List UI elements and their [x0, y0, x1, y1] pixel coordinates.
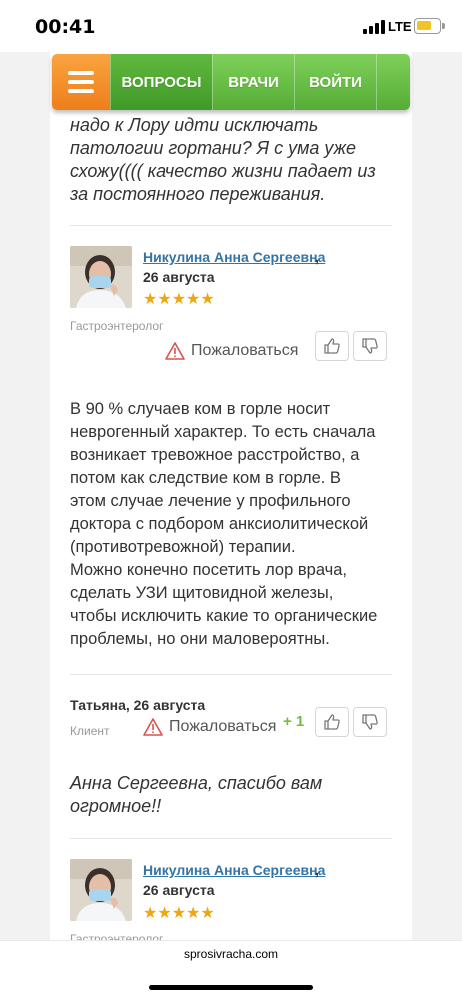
answer-line: (противотревожной) терапии.: [70, 538, 296, 556]
doctor-name-comma: ,: [315, 249, 319, 265]
doctor-name-comma: ,: [315, 862, 319, 878]
client-reply-text: Анна Сергеевна, спасибо вам огромное!!: [70, 772, 322, 818]
warning-icon: [143, 718, 163, 736]
doctor-name-link[interactable]: Никулина Анна Сергеевна: [143, 249, 325, 265]
answer-line: Можно конечно посетить лор врача,: [70, 561, 347, 579]
like-button[interactable]: [315, 331, 349, 361]
nav-login[interactable]: ВОЙТИ: [294, 54, 376, 110]
answer-line: неврогенный характер. То есть сначала: [70, 423, 376, 441]
doctor-specialty: Гастроэнтеролог: [70, 932, 164, 940]
dislike-button[interactable]: [353, 707, 387, 737]
question-text: надо к Лору идти исключать патологии гор…: [70, 114, 376, 206]
complain-label: Пожаловаться: [191, 342, 299, 359]
divider: [70, 674, 392, 675]
status-bar: 00:41 LTE: [0, 0, 462, 52]
status-time: 00:41: [35, 16, 96, 38]
url-domain[interactable]: sprosivracha.com: [0, 947, 462, 961]
browser-bottom-bar: sprosivracha.com: [0, 940, 462, 1000]
answer-line: потом как следствие ком в горле. В: [70, 469, 341, 487]
rating-stars: ★★★★★: [143, 905, 215, 922]
question-line: надо к Лору идти исключать: [70, 115, 319, 135]
client-author: Татьяна, 26 августа: [70, 697, 206, 713]
nav-doctors[interactable]: ВРАЧИ: [212, 54, 294, 110]
like-button[interactable]: [315, 707, 349, 737]
home-indicator[interactable]: [149, 985, 313, 990]
answer-date: 26 августа: [143, 269, 215, 285]
nav-spacer: [376, 54, 410, 110]
signal-icon: [363, 20, 385, 34]
answer-line: возникает тревожное расстройство, а: [70, 446, 360, 464]
client-role: Клиент: [70, 724, 110, 738]
doctor-name-link[interactable]: Никулина Анна Сергеевна: [143, 862, 325, 878]
vote-count: + 1: [283, 713, 305, 730]
answer-text: В 90 % случаев ком в горле носит невроге…: [70, 398, 377, 651]
doctor-avatar[interactable]: [70, 859, 132, 921]
answer-date: 26 августа: [143, 882, 215, 898]
nav-questions[interactable]: ВОПРОСЫ: [110, 54, 212, 110]
warning-icon: [165, 342, 185, 360]
complain-link[interactable]: Пожаловаться: [143, 718, 276, 736]
dislike-button[interactable]: [353, 331, 387, 361]
doctor-avatar[interactable]: [70, 246, 132, 308]
thumbs-up-icon: [324, 714, 340, 730]
rating-stars: ★★★★★: [143, 291, 215, 308]
answer-line: доктора с подбором анксиолитической: [70, 515, 369, 533]
doctor-specialty: Гастроэнтеролог: [70, 319, 164, 333]
question-line: схожу(((( качество жизни падает из: [70, 161, 376, 181]
nav-items: ВОПРОСЫ ВРАЧИ ВОЙТИ: [110, 54, 410, 110]
complain-link[interactable]: Пожаловаться: [165, 342, 298, 360]
divider: [70, 838, 392, 839]
reply-line: Анна Сергеевна, спасибо вам: [70, 773, 323, 793]
question-line: за постоянного переживания.: [70, 184, 326, 204]
answer-line: этом случае лечение у профильного: [70, 492, 351, 510]
reply-line: огромное!!: [70, 796, 162, 816]
answer-line: В 90 % случаев ком в горле носит: [70, 400, 331, 418]
battery-icon: [414, 18, 445, 34]
answer-line: сделать УЗИ щитовидной железы,: [70, 584, 334, 602]
question-line: патологии гортани? Я с ума уже: [70, 138, 357, 158]
thumbs-down-icon: [362, 338, 378, 354]
answer-line: чтобы исключить какие то органические: [70, 607, 378, 625]
network-type: LTE: [388, 19, 412, 34]
top-navigation: ВОПРОСЫ ВРАЧИ ВОЙТИ: [52, 54, 410, 110]
divider: [70, 225, 392, 226]
complain-label: Пожаловаться: [169, 718, 277, 735]
thumbs-down-icon: [362, 714, 378, 730]
answer-line: проблемы, но они маловероятны.: [70, 630, 330, 648]
hamburger-icon[interactable]: [52, 54, 110, 110]
thumbs-up-icon: [324, 338, 340, 354]
